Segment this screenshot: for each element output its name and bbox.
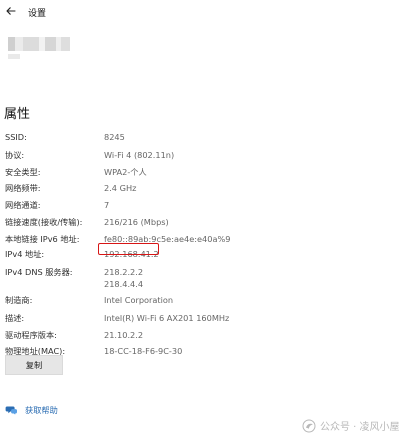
property-label: 链接速度(接收/传输): <box>5 217 83 227</box>
watermark: 公众号 · 凌风小屋 <box>302 418 400 433</box>
dns-server-value-primary: 218.2.2.2 <box>104 267 144 277</box>
property-label: 安全类型: <box>5 167 41 177</box>
property-label: 描述: <box>5 313 25 323</box>
dns-server-value-secondary: 218.4.4.4 <box>104 279 144 289</box>
property-label: 制造商: <box>5 295 33 305</box>
watermark-text: 公众号 · 凌风小屋 <box>320 422 400 433</box>
property-value: Intel Corporation <box>104 295 174 305</box>
blurred-network-subtitle <box>8 54 20 59</box>
property-label: SSID: <box>5 132 27 142</box>
get-help-label: 获取帮助 <box>25 405 58 415</box>
property-label: 协议: <box>5 150 25 160</box>
ipv4-highlight-box <box>98 243 159 255</box>
help-chat-icon <box>5 405 19 415</box>
property-value: Intel(R) Wi-Fi 6 AX201 160MHz <box>104 313 230 323</box>
property-label: 网络通道: <box>5 200 41 210</box>
top-bar: 设置 <box>0 0 419 28</box>
property-label: 驱动程序版本: <box>5 330 57 340</box>
property-label: IPv4 地址: <box>5 249 45 259</box>
properties-heading: 属性 <box>4 107 31 122</box>
property-value: 216/216 (Mbps) <box>104 217 169 227</box>
property-value: 7 <box>104 200 110 210</box>
property-value: 2.4 GHz <box>104 183 137 193</box>
property-value: Wi-Fi 4 (802.11n) <box>104 150 175 160</box>
window-title: 设置 <box>28 9 47 19</box>
property-label: 本地链接 IPv6 地址: <box>5 234 80 244</box>
back-button[interactable] <box>3 3 19 19</box>
property-value: 21.10.2.2 <box>104 330 144 340</box>
property-label: IPv4 DNS 服务器: <box>5 267 73 277</box>
copy-button[interactable]: 复制 <box>5 355 63 375</box>
wechat-official-icon <box>302 419 316 433</box>
property-value: 18-CC-18-F6-9C-30 <box>104 346 183 356</box>
property-value: 8245 <box>104 132 125 142</box>
get-help-link[interactable]: 获取帮助 <box>5 404 58 416</box>
property-value: WPA2-个人 <box>104 167 147 177</box>
left-arrow-icon <box>5 5 17 17</box>
blurred-network-name <box>8 37 70 51</box>
property-label: 网络频带: <box>5 183 41 193</box>
